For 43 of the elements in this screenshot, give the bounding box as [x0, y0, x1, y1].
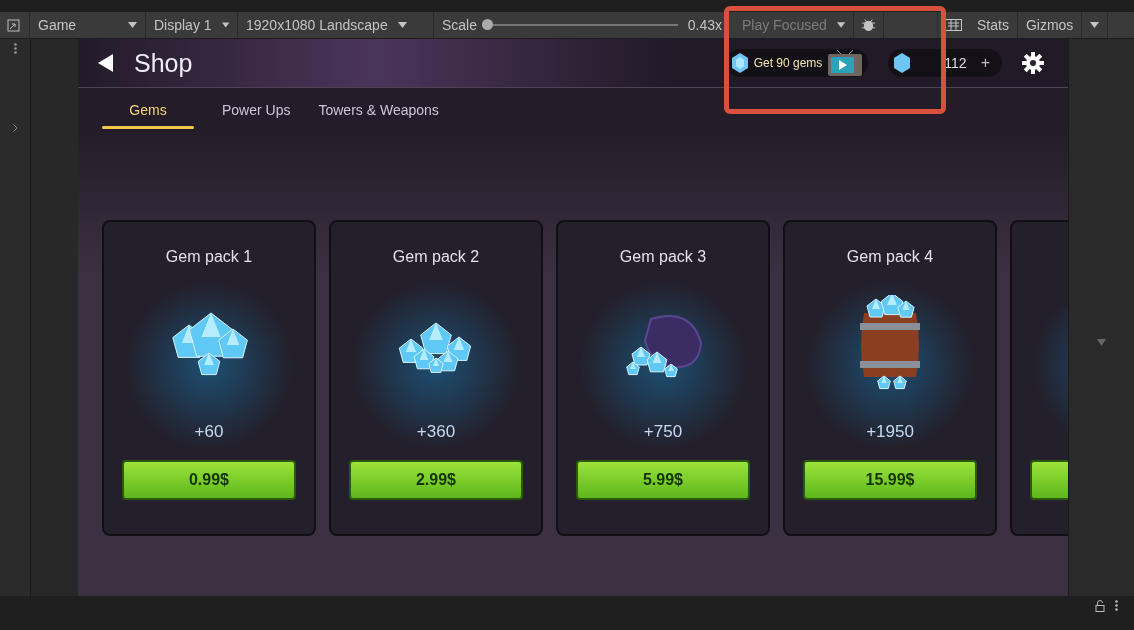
scale-label: Scale [442, 17, 478, 33]
gem-amount: +1950 [866, 422, 914, 442]
price-button[interactable]: 5.99$ [576, 460, 750, 500]
shop-tab[interactable]: Gems [102, 102, 194, 132]
caret-icon [836, 22, 845, 28]
lock-icon[interactable] [1095, 600, 1105, 612]
back-arrow-icon[interactable] [98, 54, 114, 72]
display-dropdown[interactable]: Display 1 [146, 12, 238, 38]
gem-amount: +750 [643, 422, 683, 442]
pack-title: Gem pack 1 [165, 248, 253, 267]
gem-balance: 112 + [888, 49, 1002, 77]
resolution-dropdown[interactable]: 1920x1080 Landscape [238, 12, 434, 38]
settings-icon[interactable] [1022, 52, 1044, 74]
caret-icon [397, 22, 407, 28]
tv-play-icon [828, 50, 863, 76]
shop-tab[interactable]: Power Ups [222, 102, 291, 132]
gem-icon [731, 53, 748, 73]
gem-amount: +360 [416, 422, 456, 442]
shop-tab[interactable]: Towers & Weapons [318, 102, 439, 132]
price-button[interactable]: 15.99$ [803, 460, 977, 500]
bug-icon[interactable] [861, 17, 876, 33]
shop-title: Shop [134, 48, 193, 78]
gem-icon [894, 53, 911, 73]
scale-slider-thumb[interactable] [482, 19, 494, 30]
pack-title: Gem pack 3 [619, 248, 707, 267]
pack-title: Gem pack 4 [846, 248, 934, 267]
stats-button[interactable]: Stats [969, 12, 1018, 38]
caret-icon [128, 22, 137, 28]
window-icon[interactable] [7, 18, 20, 32]
gizmos-button[interactable]: Gizmos [1017, 12, 1083, 38]
scale-value: 0.43x [687, 17, 722, 33]
keyboard-icon[interactable] [945, 19, 962, 31]
more-options-icon[interactable] [1115, 600, 1118, 611]
gem-amount: +60 [194, 422, 224, 442]
pack-title: Gem pack 2 [392, 248, 480, 267]
price-button[interactable]: 0.99$ [122, 460, 296, 500]
more-options-icon[interactable] [13, 43, 17, 54]
price-button[interactable]: 2.99$ [349, 460, 523, 500]
dropdown-caret-icon [1090, 22, 1100, 28]
caret-icon [221, 22, 229, 28]
collapse-caret-icon[interactable] [1097, 339, 1106, 346]
add-gems-button[interactable]: + [980, 54, 990, 72]
view-dropdown[interactable]: Game [30, 12, 146, 38]
